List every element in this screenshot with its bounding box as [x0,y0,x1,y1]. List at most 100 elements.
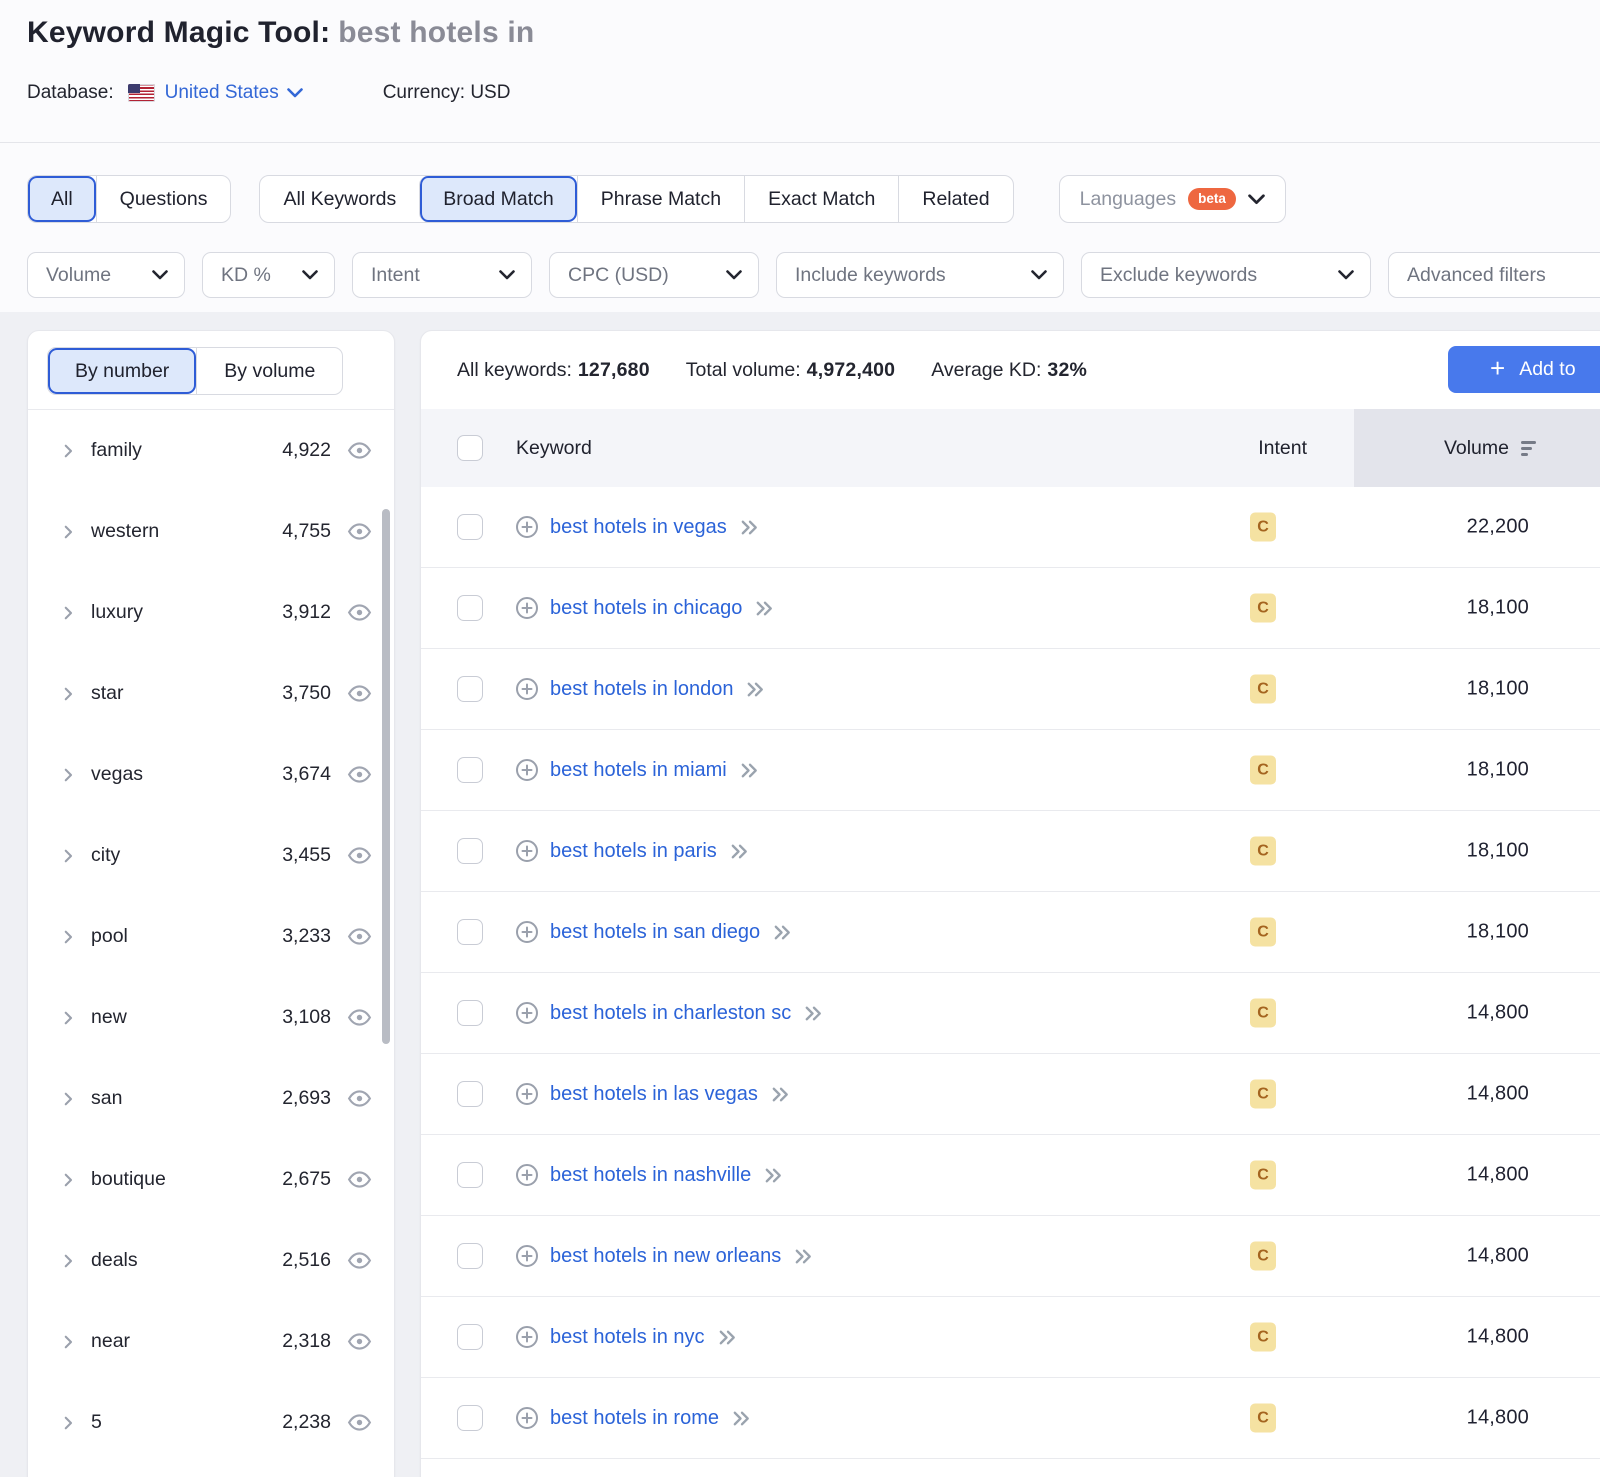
by-number-toggle[interactable]: By number [48,348,196,394]
eye-icon[interactable] [347,843,372,868]
sidebar-scrollbar[interactable] [382,509,390,1044]
sidebar-group-row[interactable]: vegas 3,674 [28,734,394,815]
keyword-link[interactable]: best hotels in london [550,678,733,701]
eye-icon[interactable] [347,1410,372,1435]
add-keyword-icon[interactable] [515,1406,539,1430]
tab-exact-match[interactable]: Exact Match [744,176,898,222]
row-checkbox[interactable] [457,676,483,702]
add-keyword-icon[interactable] [515,1163,539,1187]
chevron-right-icon[interactable] [59,928,77,946]
sidebar-group-row[interactable]: boutique 2,675 [28,1139,394,1220]
keyword-link[interactable]: best hotels in las vegas [550,1083,758,1106]
chevron-right-icon[interactable] [59,1252,77,1270]
double-chevron-icon[interactable] [728,840,751,863]
chevron-right-icon[interactable] [59,1090,77,1108]
add-keyword-icon[interactable] [515,920,539,944]
double-chevron-icon[interactable] [762,1164,785,1187]
eye-icon[interactable] [347,438,372,463]
chevron-right-icon[interactable] [59,523,77,541]
sidebar-group-row[interactable]: new 3,108 [28,977,394,1058]
select-all-checkbox[interactable] [457,435,483,461]
add-keyword-icon[interactable] [515,1082,539,1106]
row-checkbox[interactable] [457,1081,483,1107]
keyword-link[interactable]: best hotels in nashville [550,1164,751,1187]
add-keyword-icon[interactable] [515,758,539,782]
tab-all[interactable]: All [28,176,96,222]
double-chevron-icon[interactable] [753,597,776,620]
double-chevron-icon[interactable] [802,1002,825,1025]
tab-phrase-match[interactable]: Phrase Match [577,176,744,222]
keyword-link[interactable]: best hotels in chicago [550,597,742,620]
sidebar-group-row[interactable]: star 3,750 [28,653,394,734]
eye-icon[interactable] [347,519,372,544]
sidebar-group-row[interactable]: western 4,755 [28,491,394,572]
row-checkbox[interactable] [457,1324,483,1350]
double-chevron-icon[interactable] [792,1245,815,1268]
row-checkbox[interactable] [457,838,483,864]
sidebar-group-row[interactable]: pool 3,233 [28,896,394,977]
add-to-button[interactable]: + Add to [1448,346,1600,393]
eye-icon[interactable] [347,600,372,625]
eye-icon[interactable] [347,1086,372,1111]
double-chevron-icon[interactable] [769,1083,792,1106]
chevron-right-icon[interactable] [59,766,77,784]
chevron-right-icon[interactable] [59,1009,77,1027]
sidebar-group-row[interactable]: city 3,455 [28,815,394,896]
advanced-filters-dropdown[interactable]: Advanced filters [1388,252,1600,298]
keyword-link[interactable]: best hotels in new orleans [550,1245,781,1268]
keyword-link[interactable]: best hotels in san diego [550,921,760,944]
double-chevron-icon[interactable] [738,516,761,539]
sidebar-group-row[interactable]: luxury 3,912 [28,572,394,653]
chevron-right-icon[interactable] [59,685,77,703]
row-checkbox[interactable] [457,1243,483,1269]
chevron-right-icon[interactable] [59,847,77,865]
keyword-link[interactable]: best hotels in vegas [550,516,727,539]
double-chevron-icon[interactable] [730,1407,753,1430]
eye-icon[interactable] [347,1248,372,1273]
add-keyword-icon[interactable] [515,677,539,701]
tab-related[interactable]: Related [898,176,1012,222]
add-keyword-icon[interactable] [515,839,539,863]
eye-icon[interactable] [347,762,372,787]
double-chevron-icon[interactable] [744,678,767,701]
sidebar-group-row[interactable]: deals 2,516 [28,1220,394,1301]
languages-dropdown[interactable]: Languages beta [1059,175,1286,223]
chevron-right-icon[interactable] [59,1171,77,1189]
row-checkbox[interactable] [457,1405,483,1431]
cpc-filter-dropdown[interactable]: CPC (USD) [549,252,759,298]
add-keyword-icon[interactable] [515,1244,539,1268]
row-checkbox[interactable] [457,1162,483,1188]
sidebar-group-row[interactable]: san 2,693 [28,1058,394,1139]
keyword-link[interactable]: best hotels in rome [550,1407,719,1430]
row-checkbox[interactable] [457,757,483,783]
exclude-keywords-dropdown[interactable]: Exclude keywords [1081,252,1371,298]
tab-questions[interactable]: Questions [96,176,231,222]
chevron-right-icon[interactable] [59,442,77,460]
intent-filter-dropdown[interactable]: Intent [352,252,532,298]
add-keyword-icon[interactable] [515,596,539,620]
add-keyword-icon[interactable] [515,515,539,539]
eye-icon[interactable] [347,924,372,949]
include-keywords-dropdown[interactable]: Include keywords [776,252,1064,298]
database-selector[interactable]: United States [165,82,303,104]
row-checkbox[interactable] [457,595,483,621]
row-checkbox[interactable] [457,919,483,945]
double-chevron-icon[interactable] [738,759,761,782]
eye-icon[interactable] [347,1167,372,1192]
tab-all-keywords[interactable]: All Keywords [260,176,419,222]
chevron-right-icon[interactable] [59,604,77,622]
row-checkbox[interactable] [457,1000,483,1026]
volume-column-header[interactable]: Volume [1354,409,1600,487]
keyword-link[interactable]: best hotels in miami [550,759,727,782]
by-volume-toggle[interactable]: By volume [196,348,342,394]
eye-icon[interactable] [347,1329,372,1354]
chevron-right-icon[interactable] [59,1414,77,1432]
keyword-link[interactable]: best hotels in nyc [550,1326,705,1349]
sidebar-group-row[interactable]: family 4,922 [28,410,394,491]
sidebar-group-row[interactable]: near 2,318 [28,1301,394,1382]
row-checkbox[interactable] [457,514,483,540]
add-keyword-icon[interactable] [515,1325,539,1349]
kd-filter-dropdown[interactable]: KD % [202,252,335,298]
keyword-link[interactable]: best hotels in charleston sc [550,1002,791,1025]
eye-icon[interactable] [347,681,372,706]
